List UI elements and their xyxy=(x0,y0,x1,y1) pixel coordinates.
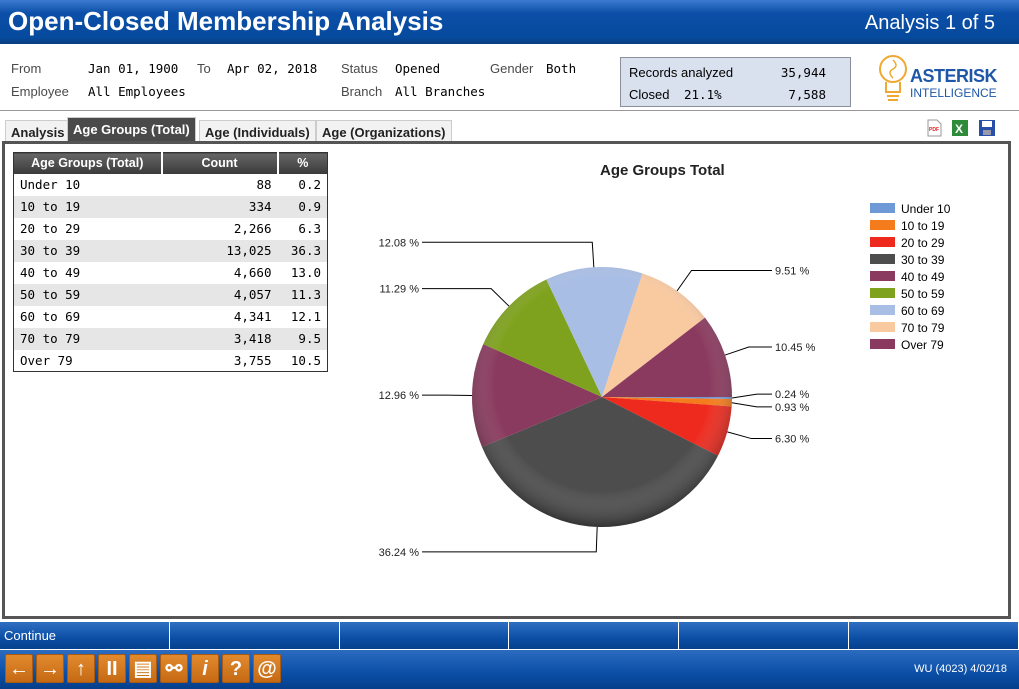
tab-age-organizations[interactable]: Age (Organizations) xyxy=(316,120,452,142)
pie-chart: 0.24 %0.93 % 6.30 % 36.24 % 12.96 % 11.29 % 1… xyxy=(379,202,951,559)
gender-value: Both xyxy=(546,61,577,76)
email-icon[interactable]: @ xyxy=(253,654,281,683)
asterisk-intelligence-logo: ASTERISK INTELLIGENCE xyxy=(878,52,998,108)
help-icon[interactable]: ? xyxy=(222,654,250,683)
legend-swatch xyxy=(870,254,895,264)
toolbar: WU (4023) 4/02/18 ← → ↑ II ▤ ⚯ i? @ xyxy=(0,650,1019,689)
records-analyzed-label: Records analyzed xyxy=(629,65,734,80)
legend-label: 50 to 59 xyxy=(901,287,945,301)
leader-line xyxy=(731,402,772,408)
logo-subtext: INTELLIGENCE xyxy=(910,86,997,100)
legend-swatch xyxy=(870,220,895,230)
data-label: 12.08 % xyxy=(379,237,420,249)
tab-analysis[interactable]: Analysis xyxy=(5,120,71,142)
tab-age-individuals[interactable]: Age (Individuals) xyxy=(199,120,316,142)
up-arrow-icon[interactable]: ↑ xyxy=(67,654,95,683)
employee-label: Employee xyxy=(11,84,69,99)
records-summary: Records analyzed 35,944 Closed 21.1% 7,5… xyxy=(620,57,851,107)
legend-label: 40 to 49 xyxy=(901,270,945,284)
logo-text: ASTERISK xyxy=(910,66,998,86)
to-label: To xyxy=(197,61,211,76)
legend-swatch xyxy=(870,322,895,332)
print-icon[interactable]: ▤ xyxy=(129,654,157,683)
leader-line xyxy=(422,526,598,553)
closed-percent: 21.1% xyxy=(684,87,722,102)
empty-action-slot xyxy=(509,622,680,649)
branch-label: Branch xyxy=(341,84,383,99)
legend-swatch xyxy=(870,288,895,298)
to-value: Apr 02, 2018 xyxy=(227,61,318,76)
continue-button[interactable]: Continue xyxy=(0,622,170,649)
tab-age-groups-total[interactable]: Age Groups (Total) xyxy=(67,117,196,142)
from-label: From xyxy=(11,61,42,76)
content-panel: Age Groups (Total) Count % Under 10 88 0.2… xyxy=(2,141,1011,619)
data-label: 9.51 % xyxy=(775,265,809,277)
legend-swatch xyxy=(870,339,895,349)
closed-label: Closed xyxy=(629,87,670,102)
session-status: WU (4023) 4/02/18 xyxy=(914,663,1007,675)
data-label: 12.96 % xyxy=(379,390,420,402)
empty-action-slot xyxy=(849,622,1019,649)
legend-label: 70 to 79 xyxy=(901,321,945,335)
data-label: 11.29 % xyxy=(379,284,419,296)
svg-text:X: X xyxy=(955,122,963,136)
analysis-position: Analysis 1 of 5 xyxy=(864,12,995,34)
legend-label: Over 79 xyxy=(901,338,944,352)
branch-value: All Branches xyxy=(395,84,486,99)
empty-action-slot xyxy=(169,622,340,649)
pause-icon[interactable]: II xyxy=(98,654,126,683)
link-icon[interactable]: ⚯ xyxy=(160,654,188,683)
legend-label: 10 to 19 xyxy=(901,219,945,233)
leader-line xyxy=(727,431,772,440)
divider xyxy=(0,110,1019,111)
forward-arrow-icon[interactable]: → xyxy=(36,654,64,683)
leader-line xyxy=(676,269,772,292)
gender-label: Gender xyxy=(490,61,534,76)
closed-value: 7,588 xyxy=(788,87,826,102)
title-bar: Open-Closed Membership Analysis Analysis… xyxy=(0,0,1019,44)
from-value: Jan 01, 1900 xyxy=(88,61,179,76)
legend-swatch xyxy=(870,271,895,281)
leader-line xyxy=(422,241,595,268)
data-label: 6.30 % xyxy=(775,434,809,446)
leader-line xyxy=(731,393,772,399)
leader-line xyxy=(724,346,772,356)
info-icon[interactable]: i xyxy=(191,654,219,683)
legend-label: 20 to 29 xyxy=(901,236,945,250)
status-label: Status xyxy=(341,61,378,76)
save-icon[interactable] xyxy=(978,119,996,137)
bottom-action-bar: Continue xyxy=(0,622,1019,649)
leader-line xyxy=(422,288,510,307)
pdf-icon[interactable]: PDF xyxy=(925,119,943,137)
empty-action-slot xyxy=(679,622,850,649)
legend-label: Under 10 xyxy=(901,202,951,216)
status-value: Opened xyxy=(395,61,441,76)
legend-swatch xyxy=(870,237,895,247)
data-label: 10.45 % xyxy=(775,342,816,354)
svg-text:PDF: PDF xyxy=(929,127,939,133)
empty-action-slot xyxy=(339,622,510,649)
legend-swatch xyxy=(870,305,895,315)
data-label: 36.24 % xyxy=(379,547,420,559)
records-analyzed-value: 35,944 xyxy=(780,65,826,80)
pie-shading xyxy=(472,267,732,527)
excel-icon[interactable]: X xyxy=(951,119,969,137)
legend-label: 60 to 69 xyxy=(901,304,945,318)
legend-label: 30 to 39 xyxy=(901,253,945,267)
data-label: 0.93 % xyxy=(775,402,809,414)
page-title: Open-Closed Membership Analysis xyxy=(8,6,444,36)
back-arrow-icon[interactable]: ← xyxy=(5,654,33,683)
data-label: 0.24 % xyxy=(775,389,809,401)
legend-swatch xyxy=(870,203,895,213)
employee-value: All Employees xyxy=(88,84,186,99)
